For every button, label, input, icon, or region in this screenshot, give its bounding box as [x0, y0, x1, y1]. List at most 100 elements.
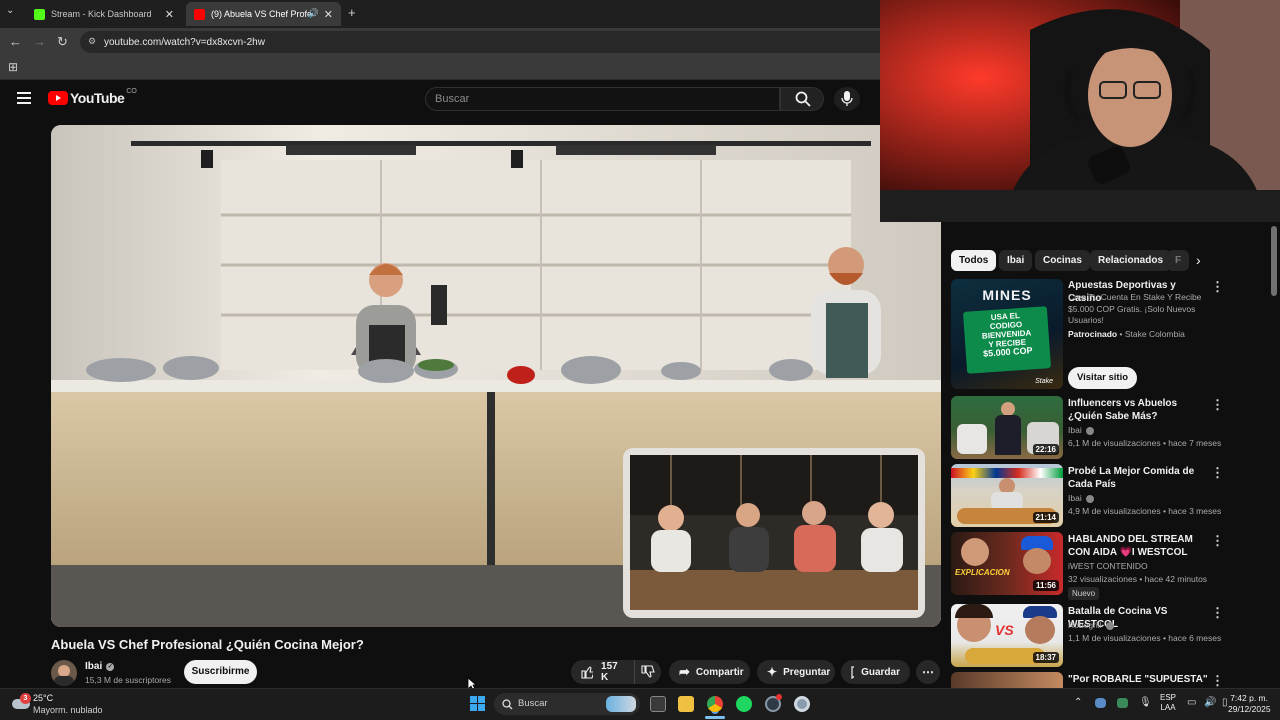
system-clock[interactable]: 7:42 p. m. 29/12/2025: [1228, 693, 1271, 715]
chip-cocinas[interactable]: Cocinas: [1035, 250, 1090, 271]
rec-channel-row: Robegrill: [1068, 619, 1114, 632]
microphone-icon: [841, 91, 853, 106]
rec-title[interactable]: Probé La Mejor Comida de Cada País: [1068, 465, 1208, 491]
sponsored-label: Patrocinado: [1068, 329, 1118, 339]
save-button[interactable]: Guardar: [841, 660, 910, 684]
region-code: CO: [126, 87, 137, 95]
settings-gear-icon[interactable]: [794, 696, 810, 712]
ad-thumb-line: MINES: [982, 287, 1032, 303]
search-button[interactable]: [780, 87, 824, 111]
like-button[interactable]: 157 K: [571, 660, 635, 684]
youtube-play-logo-icon: [48, 91, 68, 105]
task-view-icon[interactable]: [650, 696, 666, 712]
logo-text: YouTube: [70, 90, 125, 106]
visit-site-button[interactable]: Visitar sitio: [1068, 367, 1137, 389]
new-badge: Nuevo: [1068, 587, 1100, 600]
file-explorer-icon[interactable]: [678, 696, 694, 712]
verified-check-icon: [1105, 621, 1114, 630]
verified-check-icon: [1085, 494, 1094, 503]
sidebar-scrollbar[interactable]: [1271, 226, 1277, 296]
address-toolbar: ← → ↻ ⚙ youtube.com/watch?v=dx8xcvn-2hw: [0, 28, 880, 56]
tab-list-chevron-icon[interactable]: ⌄: [6, 5, 14, 16]
channel-avatar[interactable]: [51, 660, 77, 686]
ad-thumb-brand: Stake: [1035, 378, 1053, 385]
subscriber-count: 15,3 M de suscriptores: [85, 675, 171, 685]
site-info-icon[interactable]: ⚙: [88, 36, 96, 47]
duration-badge: 11:56: [1032, 580, 1059, 591]
tray-app-icon[interactable]: [1095, 698, 1106, 708]
spotify-icon[interactable]: [736, 696, 752, 712]
search-input[interactable]: Buscar: [425, 87, 780, 111]
like-count: 157 K: [601, 661, 618, 683]
rec-meta: 6,1 M de visualizaciones • hace 7 meses: [1068, 438, 1222, 448]
weather-widget[interactable]: 3: [10, 693, 32, 711]
subscribe-button[interactable]: Suscribirme: [184, 660, 257, 684]
tray-mic-icon[interactable]: 🎙: [1139, 697, 1152, 708]
ad-more-options-icon[interactable]: ⋮: [1211, 279, 1224, 295]
chevron-right-icon[interactable]: ›: [1196, 252, 1201, 268]
rec-thumbnail[interactable]: EXPLICACION 11:56: [951, 532, 1063, 595]
dislike-button[interactable]: [635, 660, 661, 684]
rec-title[interactable]: HABLANDO DEL STREAM CON AIDA 💗I WESTCOL: [1068, 533, 1208, 559]
menu-hamburger-icon[interactable]: [17, 92, 31, 104]
windows-taskbar: [0, 688, 1280, 720]
rec-thumbnail[interactable]: [951, 672, 1063, 688]
tray-chevron-up-icon[interactable]: ⌃: [1074, 697, 1082, 708]
tab-kick-dashboard[interactable]: Stream - Kick Dashboard ✕: [26, 2, 182, 26]
windows-start-icon[interactable]: [470, 696, 485, 711]
language-indicator[interactable]: ESP LAA: [1160, 693, 1176, 713]
taskbar-search[interactable]: Buscar: [494, 693, 640, 715]
chrome-icon[interactable]: [707, 696, 723, 712]
rec-more-options-icon[interactable]: ⋮: [1211, 605, 1224, 621]
back-arrow-icon[interactable]: ←: [9, 34, 22, 49]
close-tab-icon[interactable]: ✕: [165, 8, 174, 21]
battery-icon[interactable]: ▯: [1222, 697, 1228, 708]
share-button[interactable]: ➦ Compartir: [669, 660, 750, 684]
chip-truncated[interactable]: F: [1167, 250, 1189, 271]
clock-date: 29/12/2025: [1228, 704, 1271, 714]
weather-temp: 25°C: [33, 693, 54, 703]
rec-thumbnail[interactable]: 22:16: [951, 396, 1063, 459]
video-player[interactable]: [51, 125, 941, 627]
save-label: Guardar: [861, 666, 900, 678]
duration-badge: 18:37: [1032, 652, 1059, 663]
channel-name: Ibai: [85, 661, 103, 672]
chip-relacionados[interactable]: Relacionados: [1090, 250, 1172, 271]
channel-name-row[interactable]: Ibai ✓: [85, 661, 115, 672]
youtube-logo[interactable]: YouTube CO: [48, 87, 137, 106]
rec-title[interactable]: "Por ROBARLE "SUPUESTA": [1068, 673, 1208, 686]
forward-arrow-icon[interactable]: →: [33, 34, 46, 49]
rec-more-options-icon[interactable]: ⋮: [1211, 397, 1224, 413]
rec-thumb-text: VS: [995, 622, 1014, 638]
close-tab-icon[interactable]: ✕: [324, 8, 333, 21]
rec-channel-row: Ibai: [1068, 492, 1094, 505]
duration-badge: 21:14: [1032, 512, 1059, 523]
rec-thumbnail[interactable]: 21:14: [951, 464, 1063, 527]
chip-todos[interactable]: Todos: [951, 250, 997, 271]
rec-more-options-icon[interactable]: ⋮: [1211, 533, 1224, 549]
more-actions-icon[interactable]: ⋯: [916, 660, 940, 684]
lang-bottom: LAA: [1160, 703, 1176, 712]
rec-title[interactable]: Influencers vs Abuelos ¿Quién Sabe Más?: [1068, 397, 1208, 423]
rec-meta: 4,9 M de visualizaciones • hace 3 meses: [1068, 506, 1222, 516]
chip-ibai[interactable]: Ibai: [999, 250, 1033, 271]
rec-more-options-icon[interactable]: ⋮: [1211, 673, 1224, 689]
network-icon[interactable]: ▭: [1187, 697, 1196, 708]
url-field[interactable]: ⚙ youtube.com/watch?v=dx8xcvn-2hw: [80, 31, 880, 53]
advertiser-name: Stake Colombia: [1124, 329, 1185, 339]
thumbs-up-icon: [581, 666, 594, 679]
rec-more-options-icon[interactable]: ⋮: [1211, 465, 1224, 481]
speaker-icon[interactable]: 🔊: [308, 8, 319, 19]
verified-check-icon: ✓: [106, 662, 115, 671]
apps-grid-icon[interactable]: ⊞: [8, 60, 18, 74]
new-tab-plus-icon[interactable]: +: [348, 5, 356, 20]
voice-search-button[interactable]: [834, 87, 860, 111]
ad-thumbnail[interactable]: MINES USA EL CODIGO BIENVENIDA Y RECIBE …: [951, 279, 1063, 389]
volume-icon[interactable]: 🔊: [1204, 697, 1216, 708]
ask-button[interactable]: ✦ Preguntar: [757, 660, 835, 684]
rec-thumbnail[interactable]: VS 18:37: [951, 604, 1063, 667]
tab-youtube-video[interactable]: (9) Abuela VS Chef Profesio 🔊 ✕: [186, 2, 341, 26]
reload-icon[interactable]: ↻: [57, 34, 68, 50]
verified-check-icon: [1085, 426, 1094, 435]
tray-shield-icon[interactable]: [1117, 698, 1128, 708]
